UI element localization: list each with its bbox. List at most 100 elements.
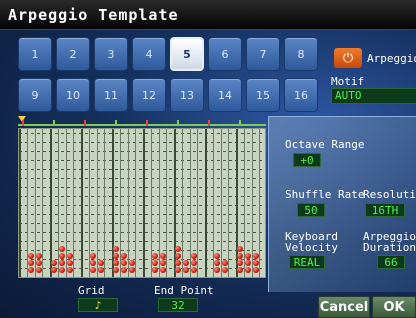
note-event[interactable] [237,260,243,266]
template-button-11[interactable]: 11 [94,78,128,112]
note-event[interactable] [120,260,127,266]
note-event[interactable] [113,246,119,252]
note-event[interactable] [27,267,34,273]
note-event[interactable] [151,260,158,266]
note-event[interactable] [128,260,135,266]
note-event[interactable] [175,246,181,252]
template-button-16[interactable]: 16 [284,78,318,112]
note-event[interactable] [252,260,259,266]
note-event[interactable] [190,260,197,266]
note-event[interactable] [159,267,166,273]
note-event[interactable] [237,246,243,252]
note-event[interactable] [175,260,181,266]
note-event[interactable] [151,267,158,273]
grid-column-line [96,129,98,277]
step-sequencer-grid[interactable] [18,128,266,278]
motif-field[interactable]: AUTO [331,88,416,104]
note-event[interactable] [66,267,73,273]
template-button-12[interactable]: 12 [132,78,166,112]
note-event[interactable] [252,267,259,273]
note-event[interactable] [128,267,135,273]
ruler-tick [177,120,179,126]
grid-column-line [220,129,222,277]
template-button-3[interactable]: 3 [94,37,128,71]
arpeggio-duration-field[interactable]: 66 [377,255,405,269]
template-button-15[interactable]: 15 [246,78,280,112]
note-event[interactable] [89,253,96,259]
note-event[interactable] [113,260,119,266]
arpeggio-duration-label-2: Duration [363,241,416,254]
grid-column-line [166,129,168,277]
keyboard-velocity-field[interactable]: REAL [289,255,325,269]
note-event[interactable] [97,260,104,266]
cancel-button[interactable]: Cancel [318,296,370,318]
template-button-9[interactable]: 9 [18,78,52,112]
grid-column-line [81,129,83,277]
arpeggio-power-button[interactable]: ⏻ [334,48,362,68]
note-event[interactable] [66,260,73,266]
title-bar: Arpeggio Template [0,0,416,30]
grid-column-line [181,129,183,277]
note-event[interactable] [213,260,220,266]
grid-column-line [42,129,44,277]
ok-button[interactable]: OK [372,296,416,318]
note-event[interactable] [51,267,57,273]
note-event[interactable] [27,253,34,259]
note-event[interactable] [175,267,181,273]
note-event[interactable] [244,253,251,259]
note-event[interactable] [66,253,73,259]
template-button-5[interactable]: 5 [170,37,204,71]
note-event[interactable] [113,253,119,259]
note-event[interactable] [190,253,197,259]
note-event[interactable] [237,267,243,273]
note-event[interactable] [58,253,65,259]
note-event[interactable] [51,260,57,266]
note-event[interactable] [35,260,42,266]
shuffle-rate-field[interactable]: 50 [297,203,325,217]
ruler-tick [115,120,117,126]
note-event[interactable] [182,260,189,266]
note-event[interactable] [190,267,197,273]
template-button-1[interactable]: 1 [18,37,52,71]
template-button-7[interactable]: 7 [246,37,280,71]
note-event[interactable] [175,253,181,259]
octave-range-field[interactable]: +0 [293,153,321,167]
template-button-13[interactable]: 13 [170,78,204,112]
note-event[interactable] [89,260,96,266]
grid-field[interactable]: ♪ [78,298,118,312]
note-event[interactable] [159,260,166,266]
end-point-field[interactable]: 32 [158,298,198,312]
template-button-6[interactable]: 6 [208,37,242,71]
template-button-14[interactable]: 14 [208,78,242,112]
template-button-10[interactable]: 10 [56,78,90,112]
note-event[interactable] [97,267,104,273]
note-event[interactable] [221,267,228,273]
note-event[interactable] [182,267,189,273]
note-event[interactable] [58,260,65,266]
note-event[interactable] [244,260,251,266]
template-button-8[interactable]: 8 [284,37,318,71]
note-event[interactable] [244,267,251,273]
template-button-2[interactable]: 2 [56,37,90,71]
note-event[interactable] [151,253,158,259]
note-event[interactable] [35,267,42,273]
note-event[interactable] [213,267,220,273]
note-event[interactable] [213,253,220,259]
note-event[interactable] [58,267,65,273]
note-event[interactable] [58,246,65,252]
note-event[interactable] [27,260,34,266]
grid-column-line [127,129,129,277]
note-event[interactable] [120,253,127,259]
note-event[interactable] [159,253,166,259]
note-event[interactable] [221,260,228,266]
resolution-field[interactable]: 16TH [365,203,405,217]
note-event[interactable] [35,253,42,259]
power-icon: ⏻ [342,50,354,66]
template-button-4[interactable]: 4 [132,37,166,71]
note-event[interactable] [237,253,243,259]
note-event[interactable] [252,253,259,259]
note-event[interactable] [120,267,127,273]
ruler-tick [53,120,55,126]
note-event[interactable] [113,267,119,273]
note-event[interactable] [89,267,96,273]
